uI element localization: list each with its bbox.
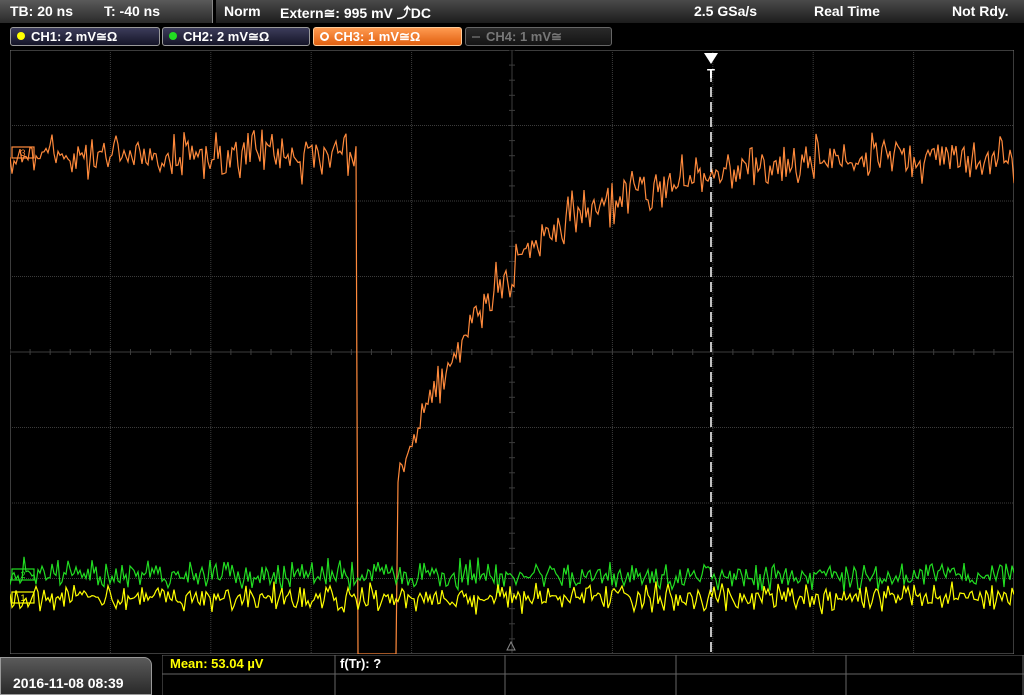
ch3-color-dot-icon — [320, 32, 329, 41]
channel-tab-ch4[interactable]: CH4: 1 mV≅ — [465, 27, 612, 46]
waveform-display[interactable]: T 3 2 1 — [10, 50, 1014, 654]
channel-tab-ch1[interactable]: CH1: 2 mV≅Ω — [10, 27, 160, 46]
channel-tab-bar: CH1: 2 mV≅Ω CH2: 2 mV≅Ω CH3: 1 mV≅Ω CH4:… — [0, 25, 1024, 49]
ch2-color-dot-icon — [169, 32, 177, 40]
ch1-color-dot-icon — [17, 32, 25, 40]
svg-text:2: 2 — [20, 570, 25, 580]
channel-tab-label: CH2: 2 mV≅Ω — [183, 29, 270, 44]
trigger-marker-label: T — [707, 66, 715, 81]
bottom-bar: 2016-11-08 08:39 Mean: 53.04 µV f(Tr): ? — [0, 655, 1024, 695]
datetime-panel: 2016-11-08 08:39 — [0, 657, 152, 695]
channel-tab-ch2[interactable]: CH2: 2 mV≅Ω — [162, 27, 310, 46]
acquisition-status-panel[interactable]: Norm Extern≅: 995 mV ⤴DC 2.5 GSa/s Real … — [216, 0, 1024, 23]
trigger-mode-readout: Norm — [224, 3, 261, 19]
measurement-table[interactable] — [162, 655, 1024, 695]
svg-text:1: 1 — [20, 593, 25, 603]
channel-tab-label: CH3: 1 mV≅Ω — [334, 29, 421, 44]
timebase-readout: TB: 20 ns — [10, 3, 74, 19]
timebase-panel[interactable]: TB: 20 ns T: -40 ns — [0, 0, 213, 23]
datetime-readout: 2016-11-08 08:39 — [13, 675, 124, 691]
channel-tab-ch3[interactable]: CH3: 1 mV≅Ω — [313, 27, 462, 46]
sample-rate-readout: 2.5 GSa/s — [694, 3, 758, 19]
channel-tab-label: CH1: 2 mV≅Ω — [31, 29, 118, 44]
channel-tab-label: CH4: 1 mV≅ — [486, 29, 562, 44]
trigger-time-readout: T: -40 ns — [104, 3, 161, 19]
trigger-source-readout: Extern≅: 995 mV ⤴DC — [280, 5, 431, 21]
top-status-bar: TB: 20 ns T: -40 ns Norm Extern≅: 995 mV… — [0, 0, 1024, 24]
ch4-color-dot-icon — [472, 36, 480, 38]
status-readout: Not Rdy. — [952, 3, 1009, 19]
acquisition-mode-readout: Real Time — [814, 3, 880, 19]
svg-text:3: 3 — [20, 148, 25, 158]
